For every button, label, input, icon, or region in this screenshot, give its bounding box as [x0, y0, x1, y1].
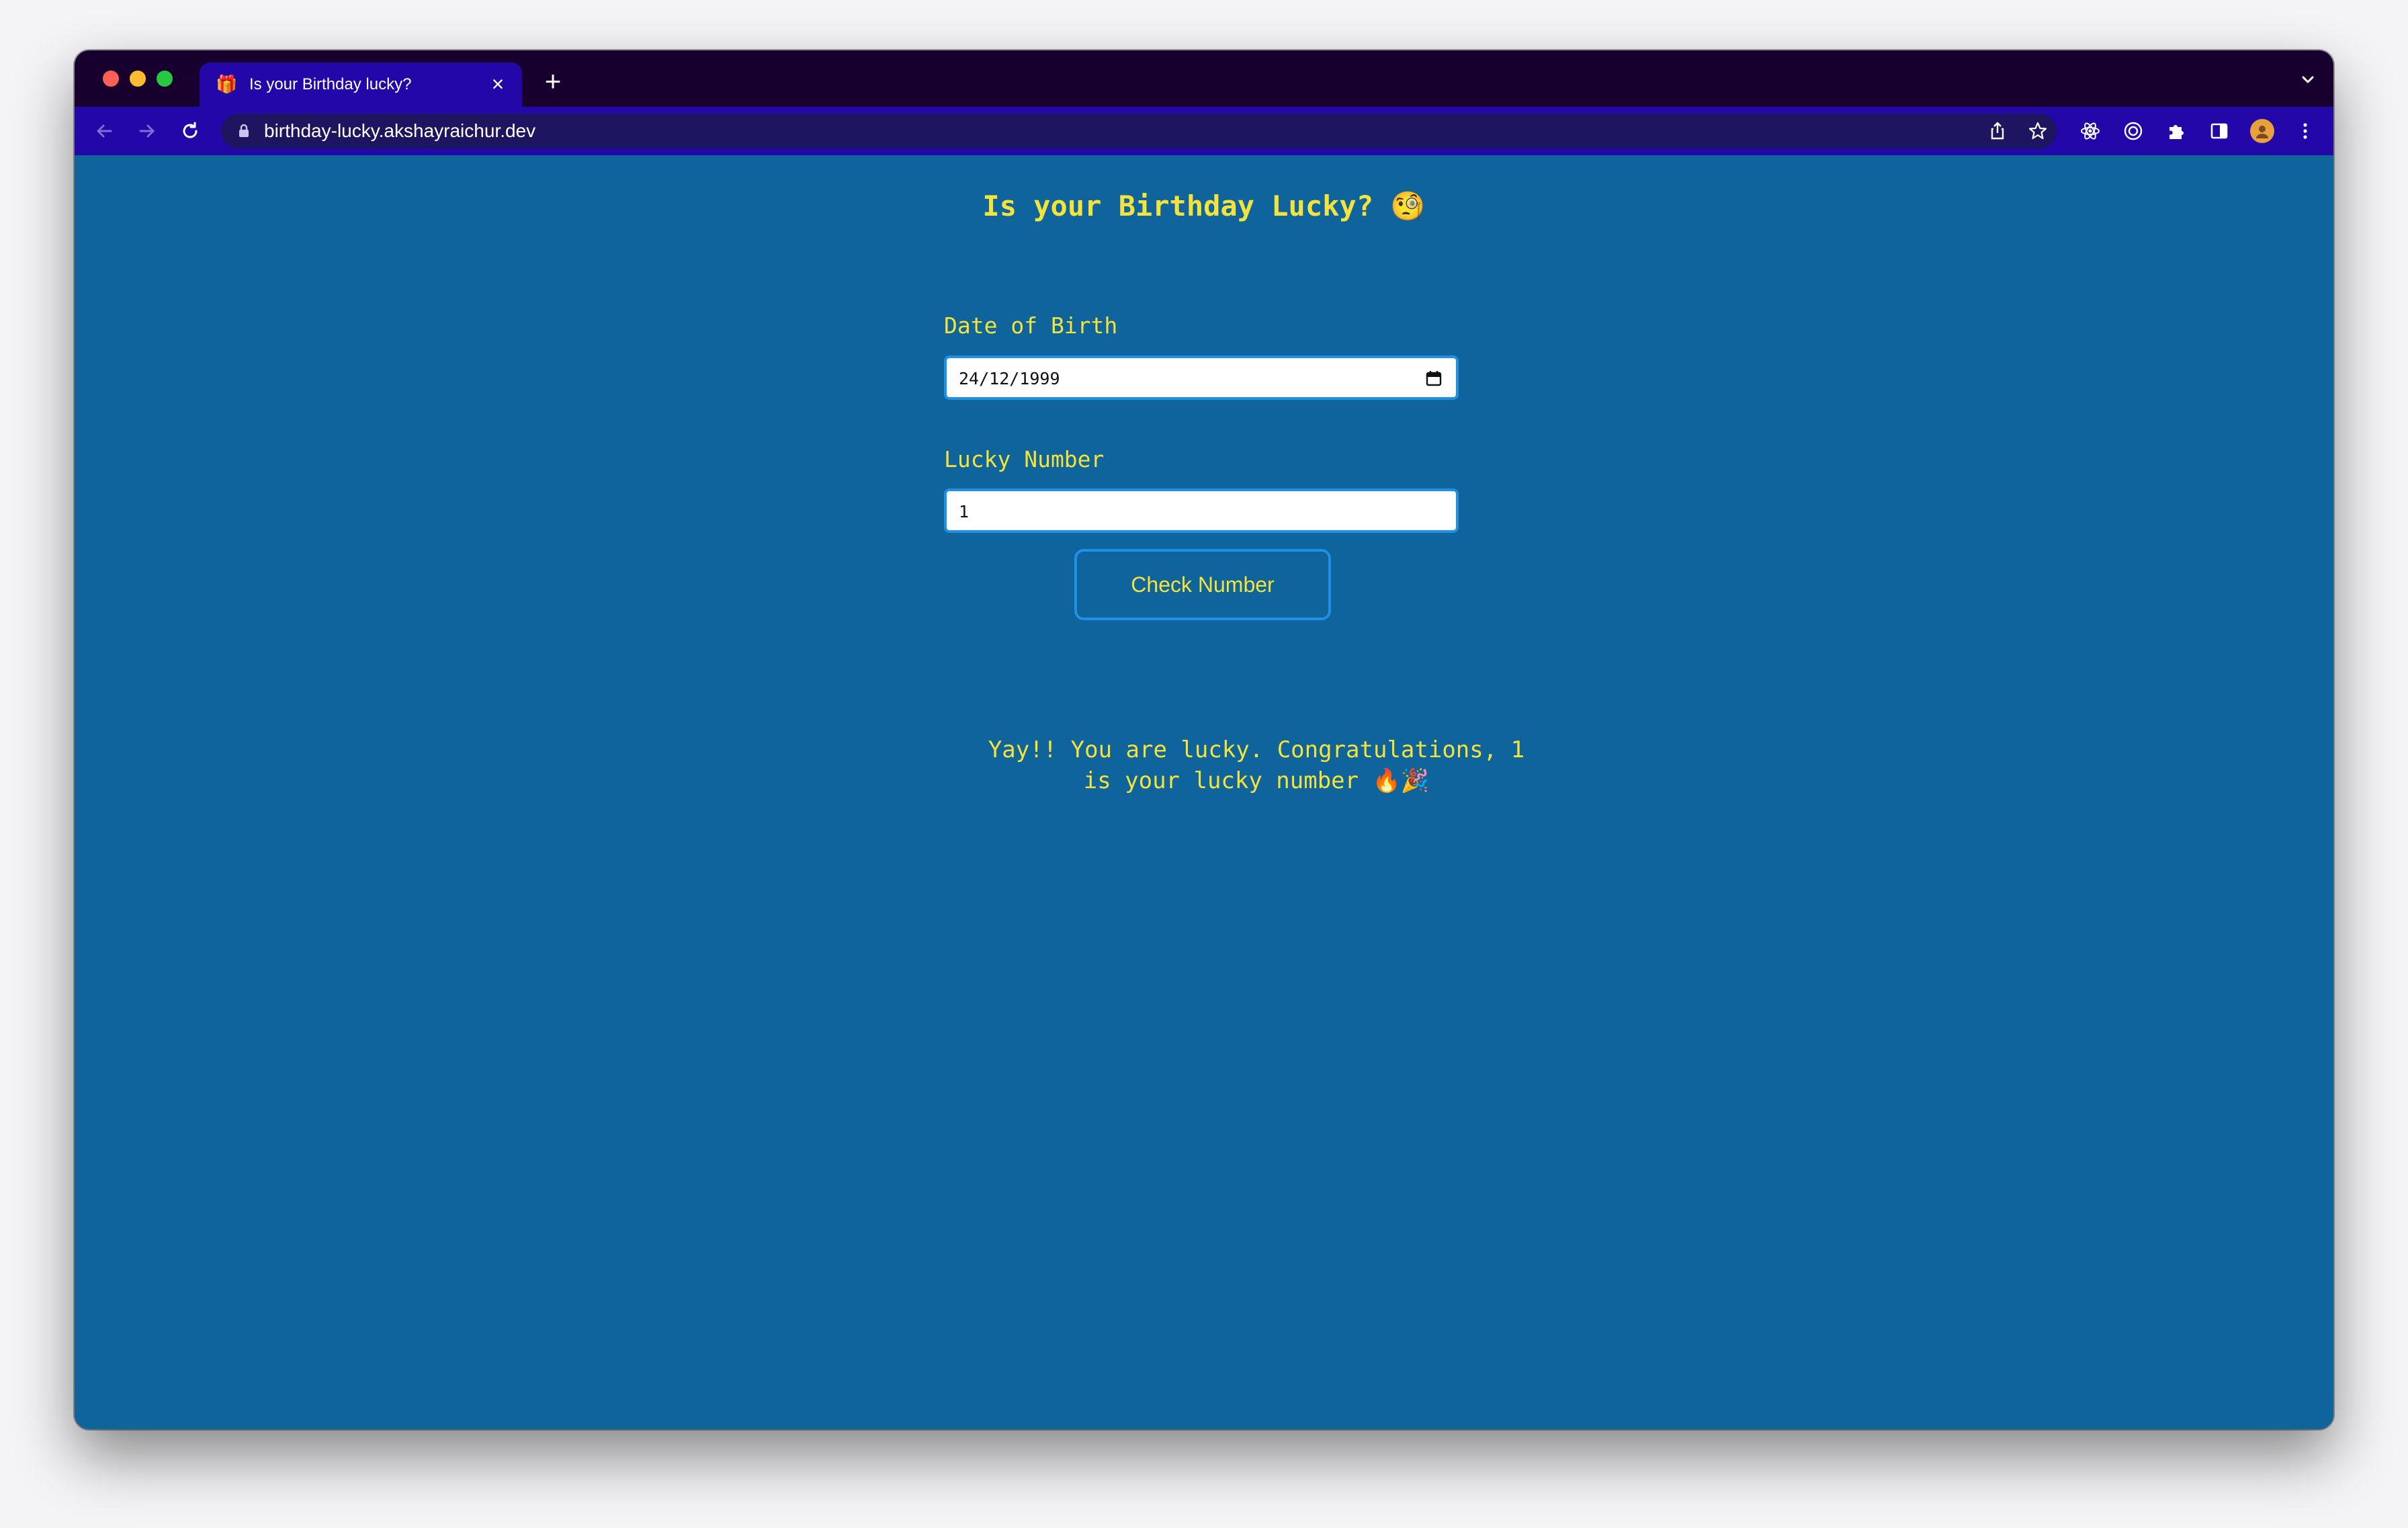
result-line-2: is your lucky number 🔥🎉: [1083, 767, 1430, 794]
dob-label: Date of Birth: [944, 312, 1118, 339]
reload-icon[interactable]: [175, 116, 205, 146]
maximize-window-button[interactable]: [157, 71, 173, 87]
close-tab-icon[interactable]: ×: [486, 72, 510, 96]
dob-value: 24/12/1999: [959, 369, 1060, 388]
check-number-button[interactable]: Check Number: [1074, 549, 1331, 620]
result-line-1: Yay!! You are lucky. Congratulations, 1: [988, 736, 1525, 763]
dob-input[interactable]: 24/12/1999: [944, 355, 1459, 400]
bookmark-star-icon[interactable]: [2026, 119, 2050, 143]
new-tab-button[interactable]: +: [538, 67, 568, 96]
browser-window: 🎁 Is your Birthday lucky? × + birthday-l…: [75, 50, 2333, 1429]
lock-icon[interactable]: [237, 123, 251, 139]
forward-arrow-icon[interactable]: [132, 116, 162, 146]
lucky-number-label: Lucky Number: [944, 446, 1105, 472]
tab-search-chevron-icon[interactable]: [2296, 68, 2320, 92]
profile-avatar[interactable]: [2249, 118, 2276, 144]
more-menu-icon[interactable]: [2292, 118, 2319, 144]
target-extension-icon[interactable]: [2120, 118, 2147, 144]
page-content: Is your Birthday Lucky? 🧐 Date of Birth …: [75, 155, 2333, 1429]
gift-icon: 🎁: [216, 74, 238, 94]
result-message: Yay!! You are lucky. Congratulations, 1 …: [978, 734, 1535, 796]
tab-title: Is your Birthday lucky?: [249, 75, 412, 93]
extensions-puzzle-icon[interactable]: [2163, 118, 2190, 144]
title-bar: 🎁 Is your Birthday lucky? × +: [75, 50, 2333, 107]
url-text[interactable]: birthday-lucky.akshayraichur.dev: [264, 121, 535, 141]
address-bar[interactable]: birthday-lucky.akshayraichur.dev: [221, 114, 2057, 148]
close-window-button[interactable]: [103, 71, 119, 87]
avatar-icon: [2250, 119, 2274, 143]
back-arrow-icon[interactable]: [89, 116, 119, 146]
browser-toolbar: birthday-lucky.akshayraichur.dev: [75, 107, 2333, 155]
page-title: Is your Birthday Lucky? 🧐: [982, 189, 1426, 222]
calendar-icon[interactable]: [1425, 370, 1443, 387]
tab-active[interactable]: 🎁 Is your Birthday lucky? ×: [200, 62, 522, 107]
side-panel-icon[interactable]: [2206, 118, 2233, 144]
react-devtools-icon[interactable]: [2077, 118, 2104, 144]
lucky-number-value: 1: [959, 502, 970, 521]
lucky-number-input[interactable]: 1: [944, 489, 1459, 533]
minimize-window-button[interactable]: [130, 71, 146, 87]
share-icon[interactable]: [1985, 119, 2010, 143]
